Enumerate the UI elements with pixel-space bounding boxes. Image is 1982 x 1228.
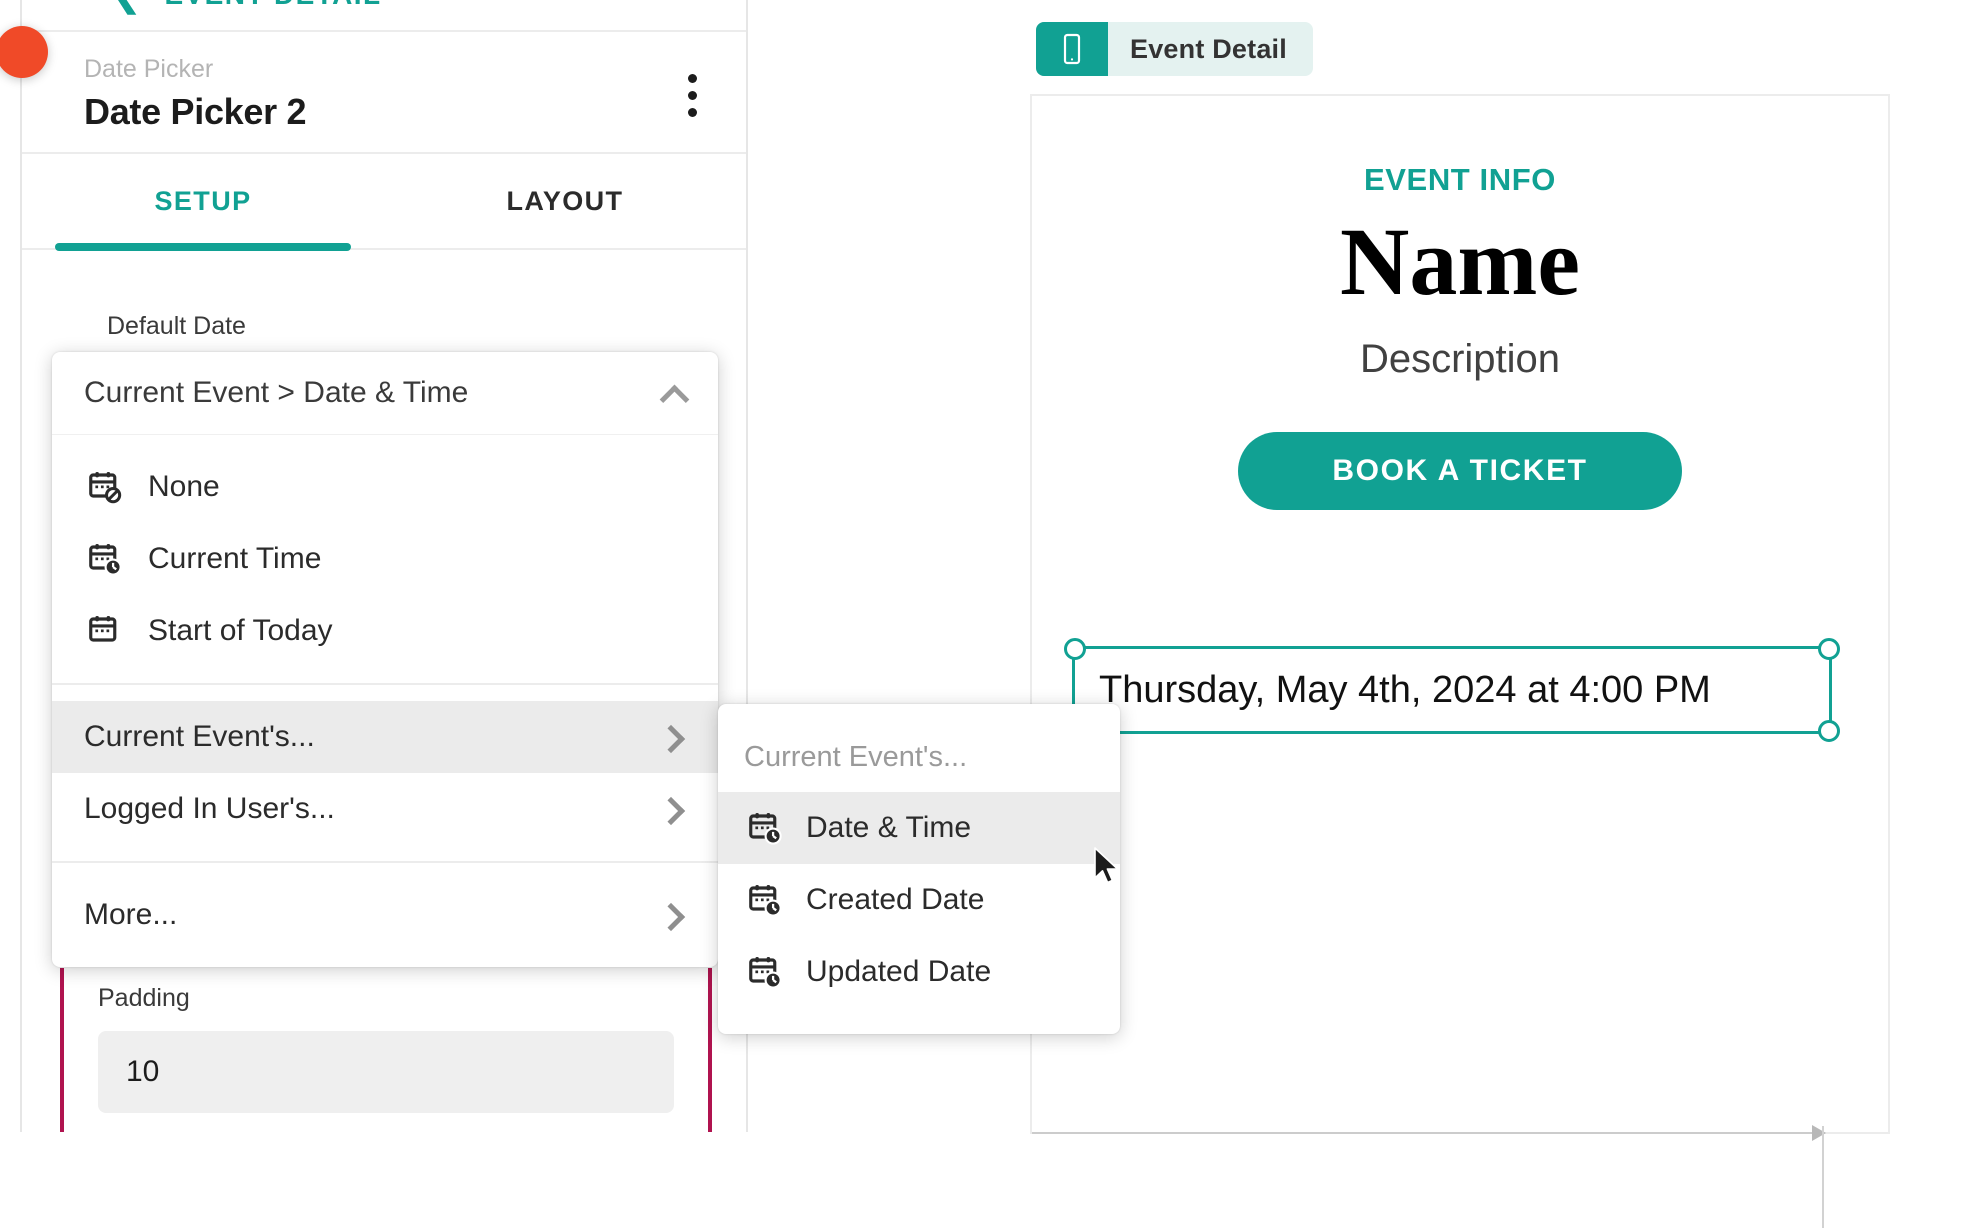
submenu-item-created-date[interactable]: Created Date [718,864,1120,936]
layout-guide-horizontal [1032,1132,1822,1134]
preview-description: Description [1359,336,1561,381]
submenu-item-created-date-label: Created Date [806,883,985,916]
dropdown-group-current-event-label: Current Event's... [84,720,315,753]
dropdown-header[interactable]: Current Event > Date & Time [52,352,718,435]
chevron-up-icon[interactable] [662,380,688,406]
calendar-none-icon [84,469,126,505]
dropdown-option-start-of-today[interactable]: Start of Today [52,595,718,667]
kebab-menu-icon[interactable] [688,74,698,117]
dropdown-more-section: More... [52,863,718,967]
dropdown-selected-value: Current Event > Date & Time [84,376,469,409]
chevron-right-icon [660,726,682,748]
dropdown-group-current-event[interactable]: Current Event's... [52,701,718,773]
dropdown-option-start-of-today-label: Start of Today [148,614,333,647]
resize-handle-top-right[interactable] [1818,638,1840,660]
element-kind-label: Date Picker [84,55,214,83]
padding-input[interactable]: 10 [98,1031,674,1113]
submenu-item-updated-date[interactable]: Updated Date [718,936,1120,1008]
phone-icon [1036,22,1108,76]
kebab-dot [688,108,697,117]
kebab-dot [688,91,697,100]
default-date-label: Default Date [107,312,246,340]
calendar-clock-icon [744,882,786,918]
submenu-item-date-time[interactable]: Date & Time [718,792,1120,864]
selected-date-element[interactable]: Thursday, May 4th, 2024 at 4:00 PM [1064,638,1840,742]
breadcrumb-label: EVENT DETAIL [165,0,382,11]
tab-setup[interactable]: SETUP [22,154,384,248]
submenu-item-updated-date-label: Updated Date [806,955,992,988]
device-chip-event-detail[interactable]: Event Detail [1036,22,1313,76]
submenu-item-date-time-label: Date & Time [806,811,972,844]
dropdown-group-options: Current Event's... Logged In User's... [52,685,718,861]
padding-label: Padding [98,984,190,1012]
chevron-right-icon [660,904,682,926]
resize-handle-top-left[interactable] [1064,638,1086,660]
padding-field-group: Padding 10 [60,968,712,1132]
dropdown-option-current-time-label: Current Time [148,542,322,575]
tab-layout[interactable]: LAYOUT [384,154,746,248]
calendar-icon [84,613,126,649]
element-header: Date Picker Date Picker 2 [22,32,746,154]
phone-preview: EVENT INFO Name Description BOOK A TICKE… [1030,94,1890,1228]
calendar-clock-icon [744,954,786,990]
dropdown-option-none[interactable]: None [52,451,718,523]
chevron-right-icon [660,798,682,820]
selected-date-text: Thursday, May 4th, 2024 at 4:00 PM [1099,668,1711,711]
dropdown-option-more[interactable]: More... [52,879,718,951]
chevron-left-icon[interactable]: ❮ [112,0,141,12]
dropdown-group-logged-in-user-label: Logged In User's... [84,792,335,825]
tab-layout-label: LAYOUT [506,185,624,216]
tab-setup-label: SETUP [154,185,252,216]
resize-handle-bottom-right[interactable] [1818,720,1840,742]
preview-title: Name [1340,208,1580,315]
calendar-clock-icon [84,541,126,577]
dropdown-preset-options: None Current Time Start of Today [52,435,718,683]
kebab-dot [688,74,697,83]
dropdown-option-more-label: More... [84,898,178,931]
device-chip-label: Event Detail [1130,33,1287,64]
calendar-clock-icon [744,810,786,846]
book-a-ticket-button[interactable]: BOOK A TICKET [1238,431,1682,510]
preview-eyebrow: EVENT INFO [1363,162,1556,197]
breadcrumb[interactable]: ❮ EVENT DETAIL [22,0,746,32]
layout-guide-vertical [1822,1126,1824,1228]
submenu-title: Current Event's... [744,740,968,773]
dropdown-option-current-time[interactable]: Current Time [52,523,718,595]
inspector-tabs: SETUP LAYOUT [22,154,746,250]
element-name-title: Date Picker 2 [84,91,307,133]
dropdown-option-none-label: None [148,470,220,503]
default-date-dropdown: Current Event > Date & Time None Current… [52,352,718,967]
current-event-submenu: Current Event's... Date & Time Created D… [718,704,1120,1034]
dropdown-group-logged-in-user[interactable]: Logged In User's... [52,773,718,845]
